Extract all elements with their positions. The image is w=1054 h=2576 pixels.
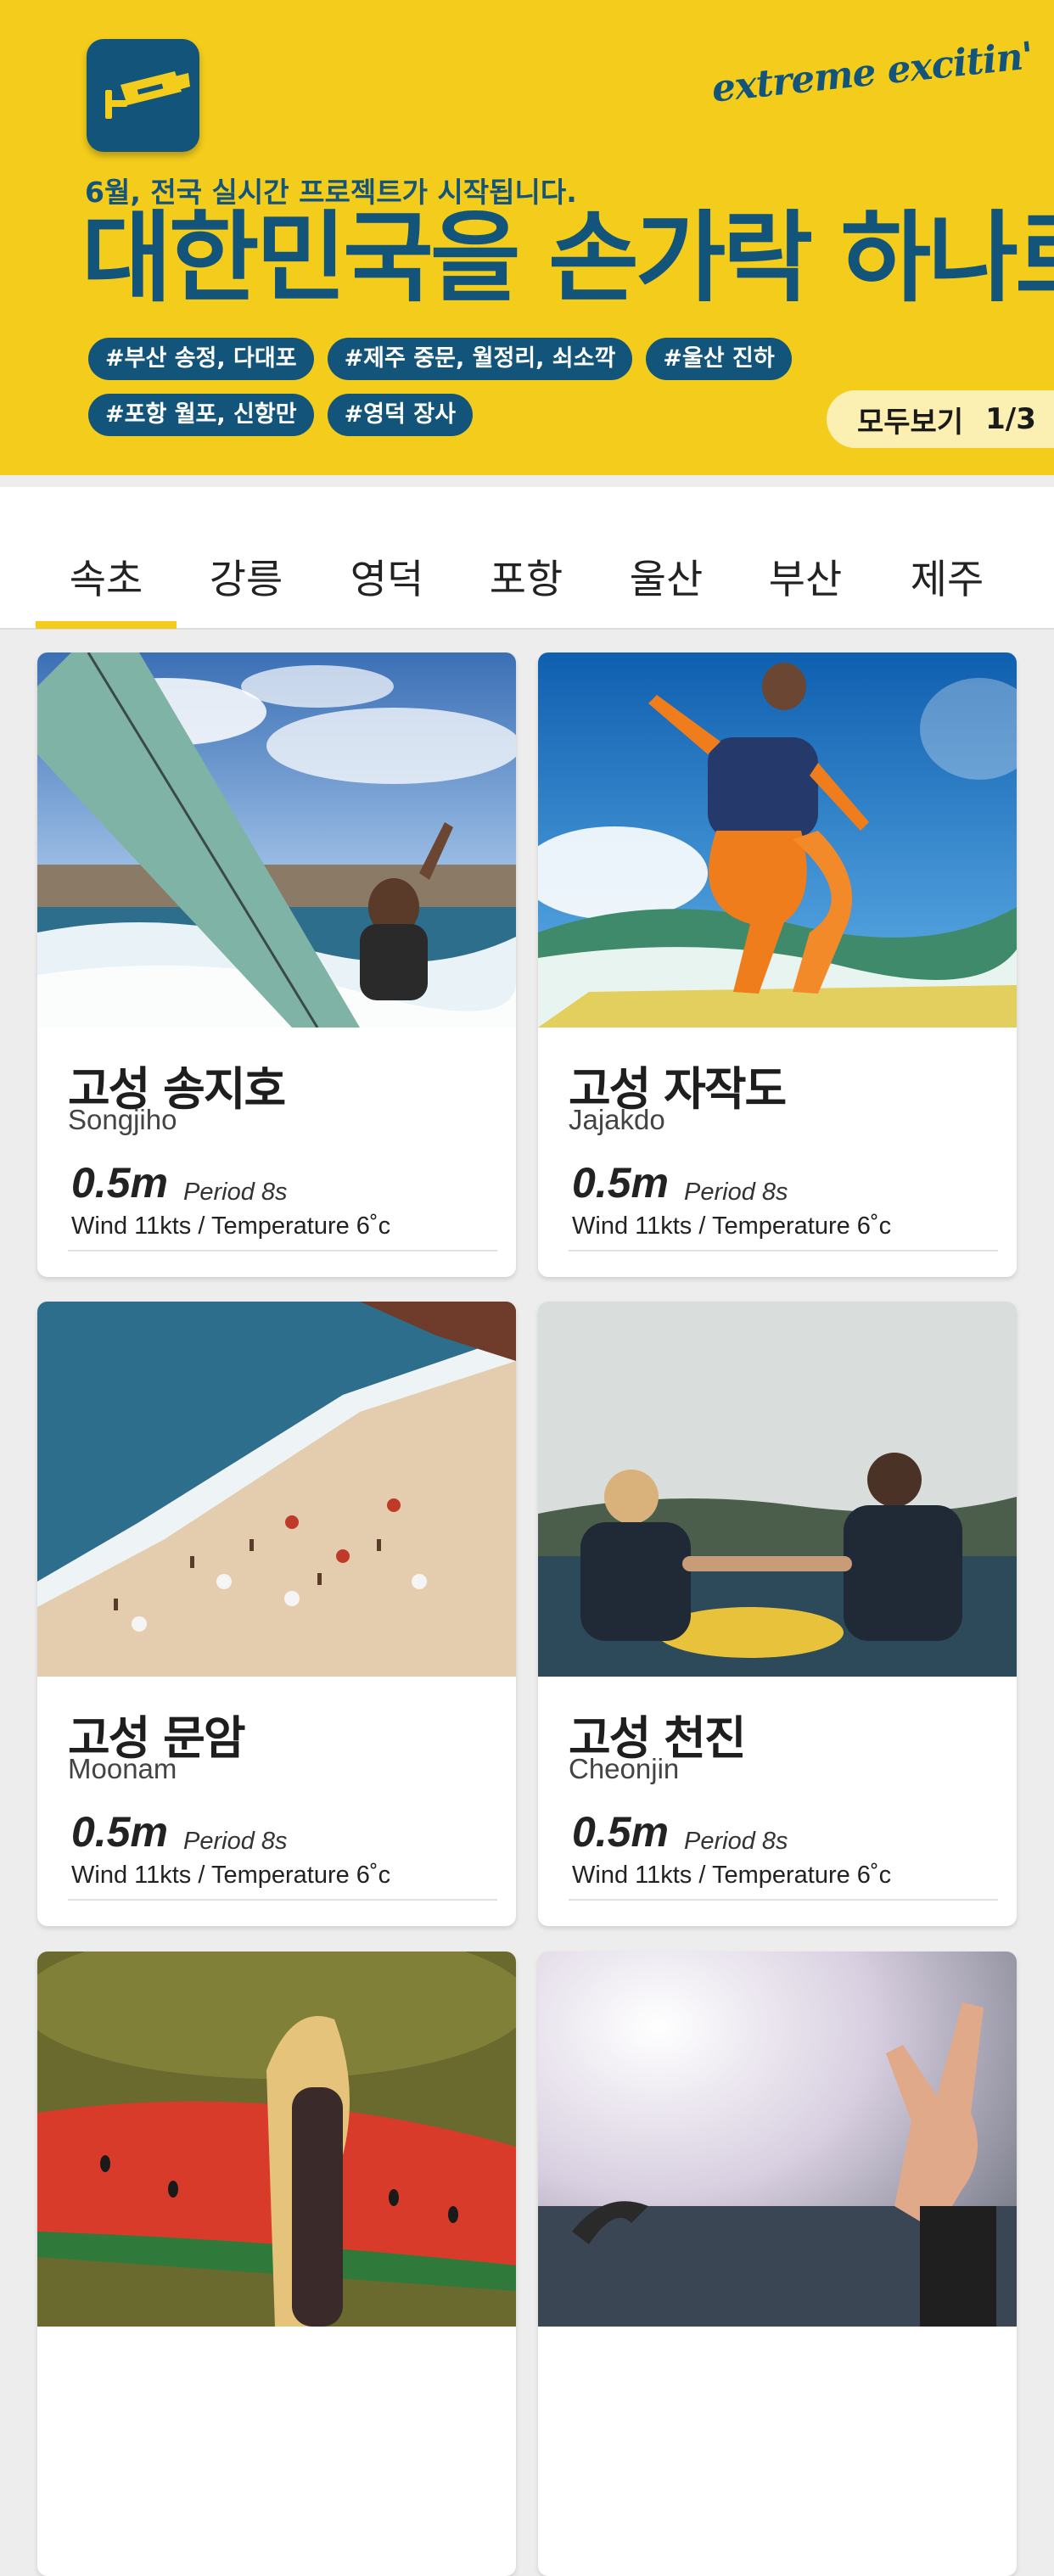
surfer-photo [538, 652, 1017, 1028]
surfers-photo [538, 1302, 1017, 1677]
spot-card-jajakdo[interactable]: 고성 자작도 Jajakdo 0.5m Period 8s Wind 11kts… [538, 652, 1017, 1277]
wave-period: Period 8s [183, 1179, 288, 1206]
active-tab-indicator [36, 621, 177, 629]
hashtag-yeongdeok[interactable]: #영덕 장사 [327, 394, 473, 436]
spot-romanized-name: Cheonjin [569, 1753, 680, 1784]
spot-card-songjiho[interactable]: 고성 송지호 Songjiho 0.5m Period 8s Wind 11kt… [37, 652, 516, 1277]
wind-temperature: Wind 11kts / Temperature 6˚c [572, 1212, 892, 1240]
wave-height: 0.5m [71, 1808, 168, 1856]
wave-height: 0.5m [71, 1159, 168, 1207]
card-divider [68, 1899, 497, 1901]
promo-banner[interactable]: extreme excitin' 6월, 전국 실시간 프로젝트가 시작됩니다.… [0, 0, 1054, 475]
wave-period: Period 8s [684, 1179, 788, 1206]
hashtag-pohang[interactable]: #포항 월포, 신항만 [88, 394, 314, 436]
wave-height: 0.5m [572, 1808, 669, 1856]
beach-photo [37, 1302, 516, 1677]
hashtag-list: #부산 송정, 다대포 #제주 중문, 월정리, 쇠소깍 #울산 진하 #포항 … [88, 338, 827, 436]
spot-card-5[interactable] [37, 1952, 516, 2576]
card-divider [68, 1250, 497, 1252]
cctv-camera-icon [87, 39, 199, 152]
spot-romanized-name: Songjiho [68, 1104, 177, 1135]
card-divider [569, 1250, 998, 1252]
surfer-photo [37, 652, 516, 1028]
wind-temperature: Wind 11kts / Temperature 6˚c [71, 1212, 391, 1240]
wave-period: Period 8s [684, 1828, 788, 1855]
tab-gangneung[interactable]: 강릉 [176, 546, 317, 605]
hashtag-jeju[interactable]: #제주 중문, 월정리, 쇠소깍 [327, 338, 633, 380]
spot-card-cheonjin[interactable]: 고성 천진 Cheonjin 0.5m Period 8s Wind 11kts… [538, 1302, 1017, 1926]
wave-period: Period 8s [183, 1828, 288, 1855]
tab-yeongdeok[interactable]: 영덕 [317, 546, 457, 605]
wave-height: 0.5m [572, 1159, 669, 1207]
spot-romanized-name: Moonam [68, 1753, 177, 1784]
region-tabs: 속초 강릉 영덕 포항 울산 부산 제주 [0, 487, 1054, 630]
wind-temperature: Wind 11kts / Temperature 6˚c [71, 1862, 391, 1889]
spot-card-moonam[interactable]: 고성 문암 Moonam 0.5m Period 8s Wind 11kts /… [37, 1302, 516, 1926]
view-all-button[interactable]: 모두보기 1/3 [827, 390, 1054, 448]
card-divider [569, 1899, 998, 1901]
spot-romanized-name: Jajakdo [569, 1104, 665, 1135]
banner-title: 대한민국을 손가락 하나로 [81, 201, 1054, 316]
hashtag-ulsan[interactable]: #울산 진하 [646, 338, 792, 380]
spot-card-6[interactable] [538, 1952, 1017, 2576]
tab-ulsan[interactable]: 울산 [596, 546, 737, 605]
tab-sokcho[interactable]: 속초 [36, 546, 177, 605]
tab-pohang[interactable]: 포항 [456, 546, 597, 605]
tab-busan[interactable]: 부산 [735, 546, 876, 605]
hashtag-busan[interactable]: #부산 송정, 다대포 [88, 338, 314, 380]
shaka-hand-photo [538, 1952, 1017, 2327]
banner-tagline: extreme excitin' [709, 34, 1035, 111]
surfer-with-board-photo [37, 1952, 516, 2327]
wind-temperature: Wind 11kts / Temperature 6˚c [572, 1862, 892, 1889]
view-all-label: 모두보기 [857, 405, 964, 440]
tab-jeju[interactable]: 제주 [877, 546, 1018, 605]
page-indicator: 1/3 [985, 402, 1036, 436]
